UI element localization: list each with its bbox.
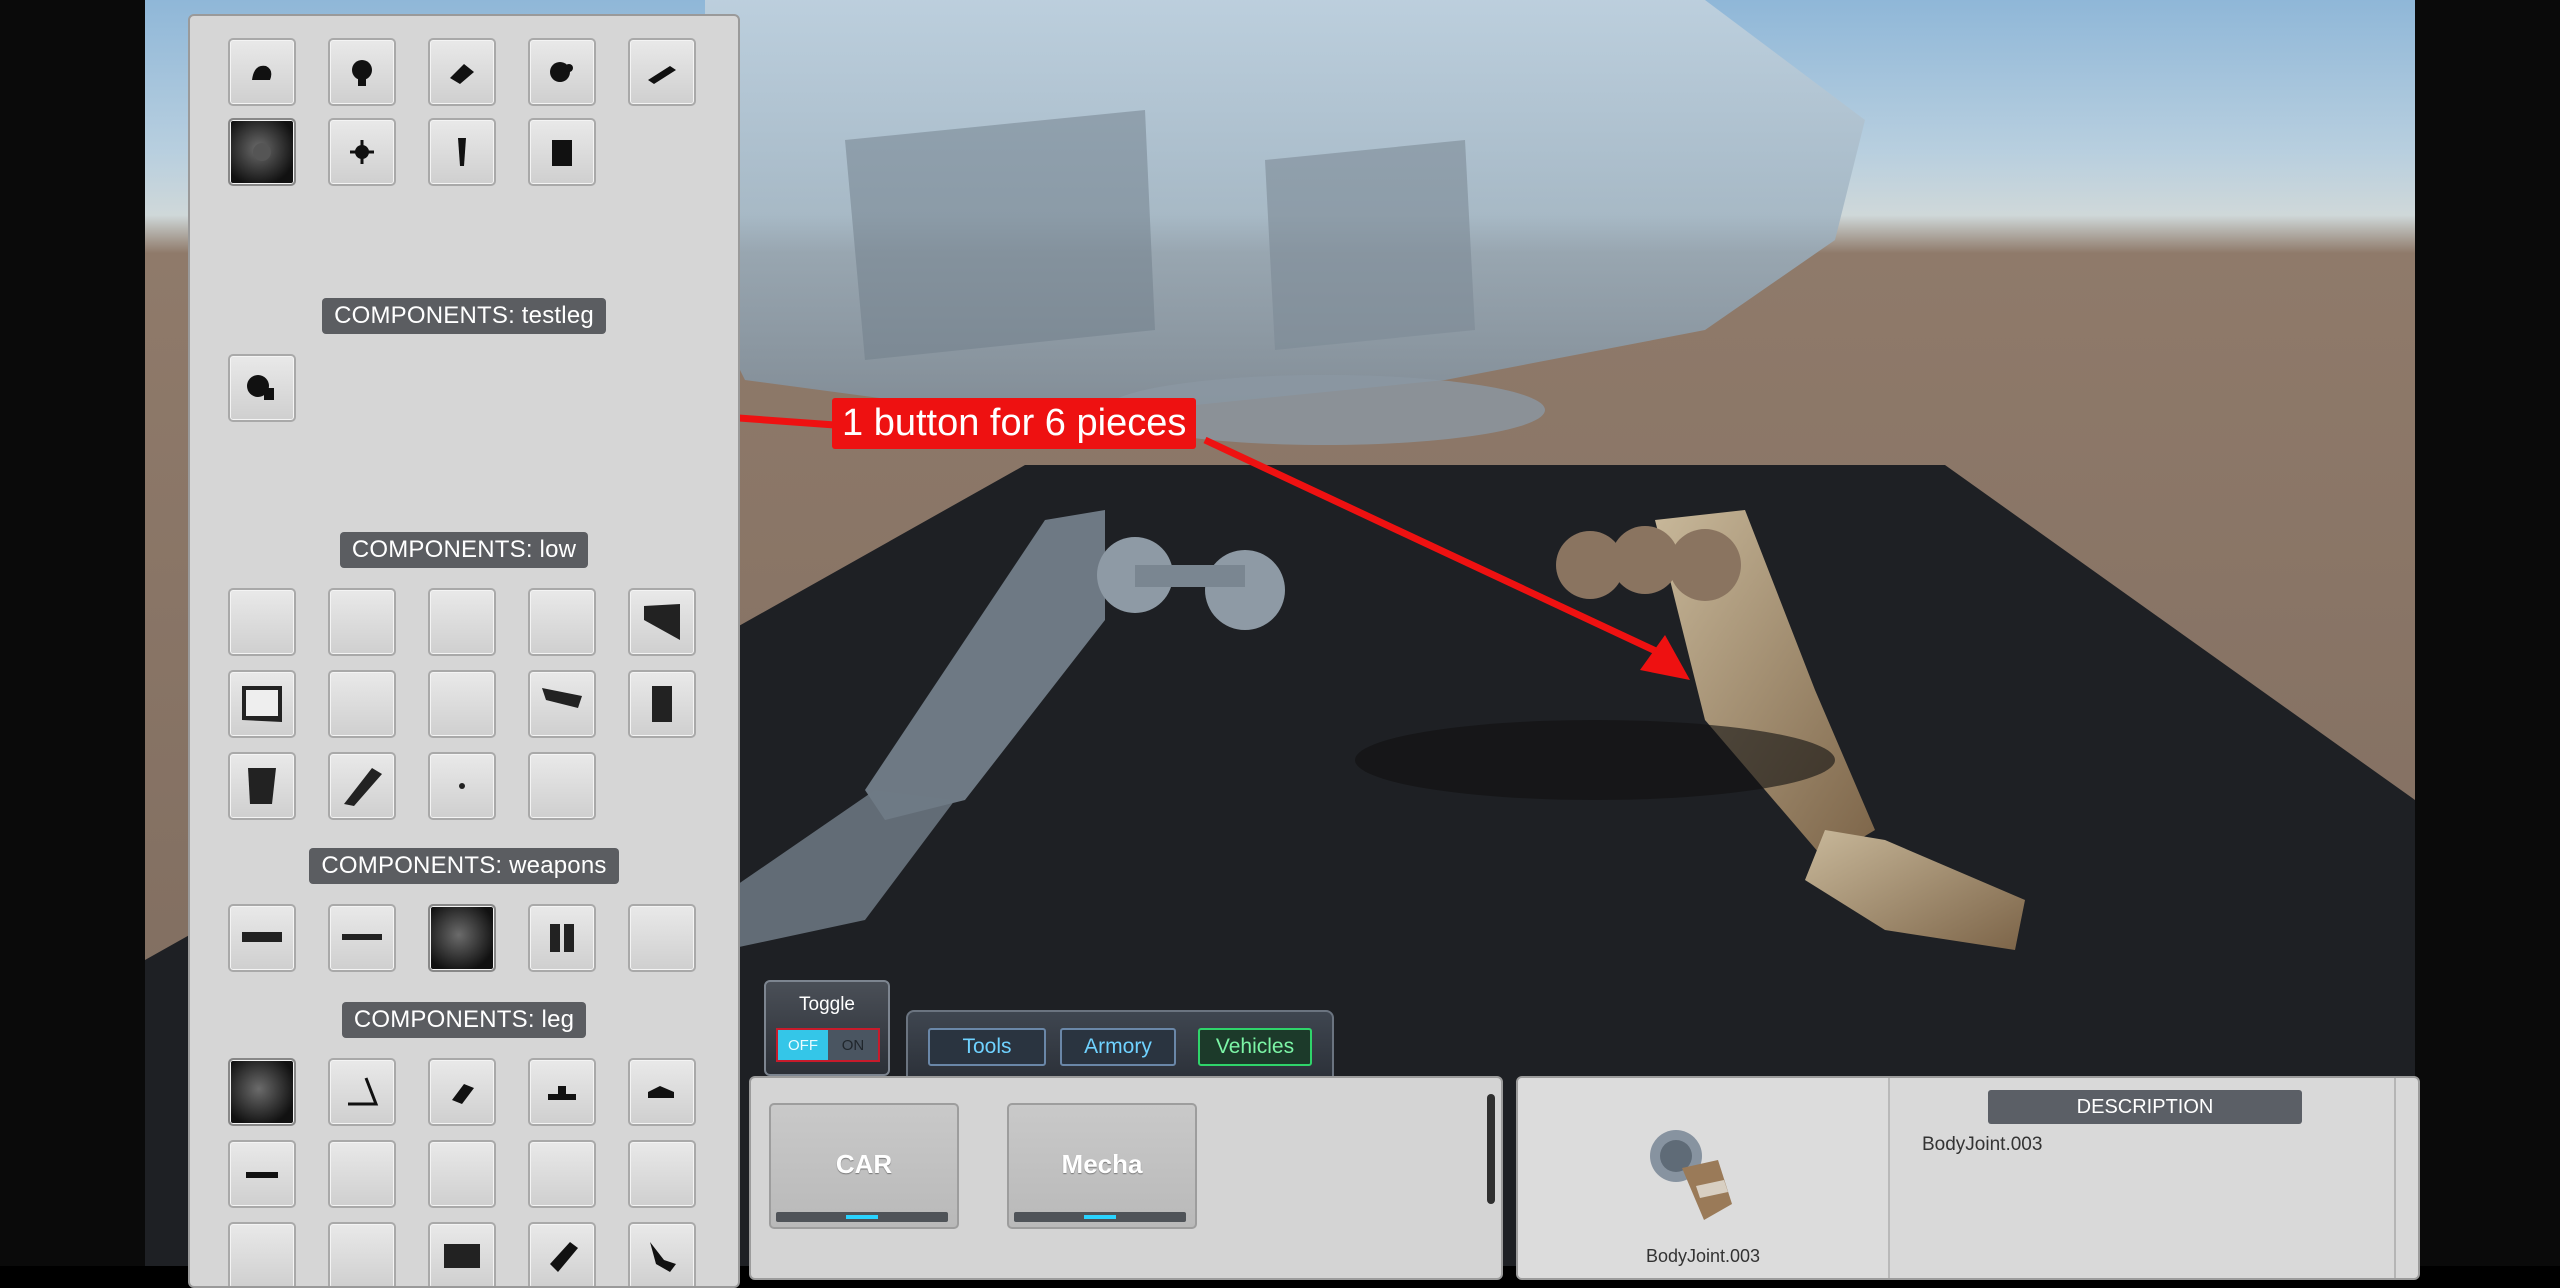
- component-slot[interactable]: [628, 904, 696, 972]
- description-text: BodyJoint.003: [1922, 1134, 2043, 1155]
- section-header-leg: COMPONENTS: leg: [190, 1002, 738, 1038]
- vehicles-scrollbar[interactable]: [1487, 1094, 1495, 1204]
- component-slot[interactable]: [228, 670, 296, 738]
- testleg-component-button[interactable]: [228, 354, 296, 422]
- component-slot[interactable]: [328, 752, 396, 820]
- component-slot[interactable]: [528, 1140, 596, 1208]
- toggle-off-option[interactable]: OFF: [778, 1030, 828, 1060]
- toggle-label: Toggle: [799, 994, 855, 1015]
- description-header: DESCRIPTION: [1988, 1090, 2302, 1124]
- component-slot[interactable]: [328, 1222, 396, 1286]
- component-slot[interactable]: [328, 38, 396, 106]
- right-letterbox: [2415, 0, 2560, 1266]
- component-slot[interactable]: [628, 670, 696, 738]
- component-slot[interactable]: [628, 1058, 696, 1126]
- panel-divider: [2394, 1078, 2396, 1278]
- component-slot[interactable]: [328, 904, 396, 972]
- vehicle-card-mecha[interactable]: Mecha: [1007, 1103, 1197, 1229]
- component-slot[interactable]: [528, 118, 596, 186]
- component-slot[interactable]: [328, 118, 396, 186]
- component-slot[interactable]: [628, 588, 696, 656]
- part-thumbnail: [1650, 1130, 1732, 1220]
- component-slot[interactable]: [328, 670, 396, 738]
- toggle-switch[interactable]: OFF ON: [776, 1028, 880, 1062]
- component-slot[interactable]: [328, 588, 396, 656]
- component-slot[interactable]: [428, 588, 496, 656]
- part-preview: BodyJoint.003: [1518, 1078, 1890, 1278]
- component-slot[interactable]: [528, 1058, 596, 1126]
- component-slot[interactable]: [528, 1222, 596, 1286]
- category-tab-bar: Tools Armory Vehicles: [906, 1010, 1334, 1084]
- component-slot[interactable]: [628, 1222, 696, 1286]
- component-slot[interactable]: [528, 752, 596, 820]
- component-slot[interactable]: [628, 1140, 696, 1208]
- component-slot[interactable]: [228, 1058, 296, 1126]
- toggle-widget: Toggle OFF ON: [764, 980, 890, 1076]
- section-header-weapons: COMPONENTS: weapons: [190, 848, 738, 884]
- component-slot[interactable]: [428, 1222, 496, 1286]
- component-slot[interactable]: [528, 904, 596, 972]
- toggle-on-option[interactable]: ON: [828, 1030, 878, 1060]
- component-slot[interactable]: [428, 1058, 496, 1126]
- component-slot[interactable]: [228, 118, 296, 186]
- component-slot[interactable]: [528, 38, 596, 106]
- component-slot[interactable]: [228, 38, 296, 106]
- component-slot[interactable]: [328, 1058, 396, 1126]
- component-slot[interactable]: [428, 1140, 496, 1208]
- component-slot[interactable]: [428, 904, 496, 972]
- component-slot[interactable]: [228, 752, 296, 820]
- vehicle-select-bar: [776, 1212, 948, 1222]
- vehicle-label: Mecha: [1061, 1149, 1143, 1179]
- component-slot[interactable]: [228, 1222, 296, 1286]
- component-slot[interactable]: [428, 670, 496, 738]
- vehicles-panel[interactable]: CAR Mecha: [749, 1076, 1503, 1280]
- part-caption: BodyJoint.003: [1645, 1246, 1761, 1266]
- section-header-testleg: COMPONENTS: testleg: [190, 298, 738, 334]
- annotation-callout: 1 button for 6 pieces: [832, 398, 1197, 449]
- component-slot[interactable]: [428, 118, 496, 186]
- tab-vehicles[interactable]: Vehicles: [1198, 1028, 1312, 1066]
- tab-armory[interactable]: Armory: [1060, 1028, 1176, 1066]
- components-panel[interactable]: COMPONENTS: testleg COMPONENTS: low COMP…: [188, 14, 740, 1288]
- component-slot[interactable]: [228, 588, 296, 656]
- component-slot[interactable]: [328, 1140, 396, 1208]
- section-header-low: COMPONENTS: low: [190, 532, 738, 568]
- component-slot[interactable]: [228, 1140, 296, 1208]
- component-slot[interactable]: [528, 588, 596, 656]
- component-slot[interactable]: [428, 38, 496, 106]
- component-slot[interactable]: [228, 904, 296, 972]
- component-slot[interactable]: [628, 38, 696, 106]
- vehicle-select-bar: [1014, 1212, 1186, 1222]
- tab-tools[interactable]: Tools: [928, 1028, 1046, 1066]
- description-panel: BodyJoint.003 DESCRIPTION BodyJoint.003: [1516, 1076, 2420, 1280]
- component-slot[interactable]: [528, 670, 596, 738]
- vehicle-label: CAR: [835, 1149, 893, 1179]
- component-slot[interactable]: [428, 752, 496, 820]
- vehicle-card-car[interactable]: CAR: [769, 1103, 959, 1229]
- left-letterbox: [0, 0, 145, 1266]
